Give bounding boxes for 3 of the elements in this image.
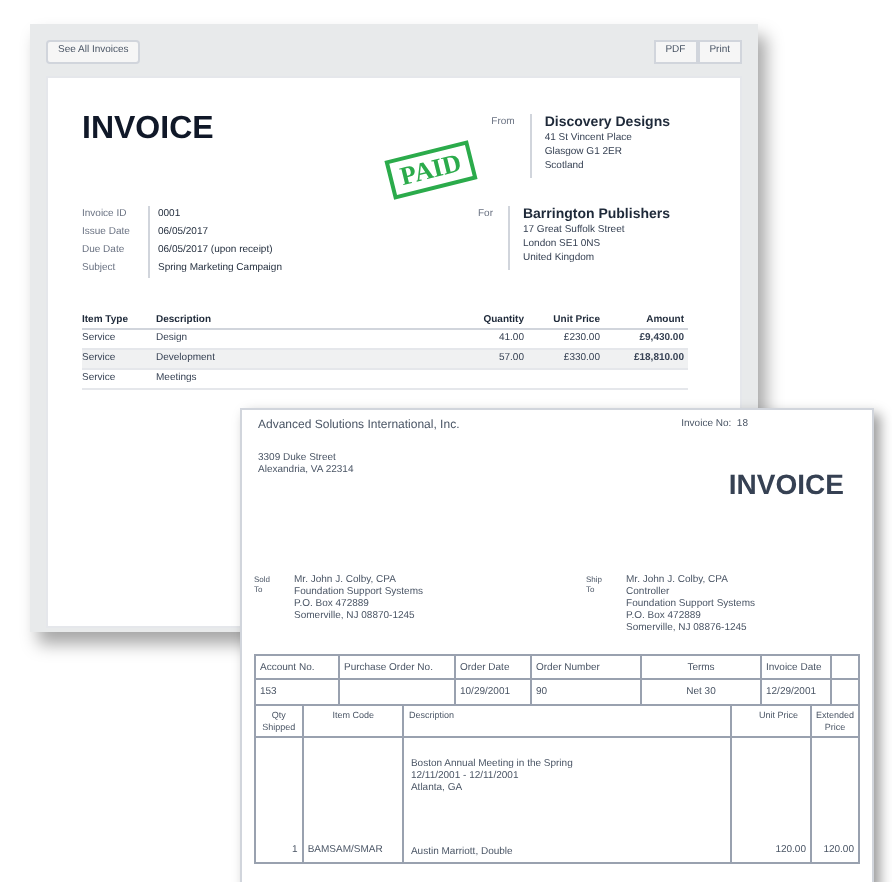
invoice-heading: INVOICE [82,112,214,150]
paid-stamp: PAID [384,140,478,200]
invoice-title: INVOICE [728,466,844,504]
